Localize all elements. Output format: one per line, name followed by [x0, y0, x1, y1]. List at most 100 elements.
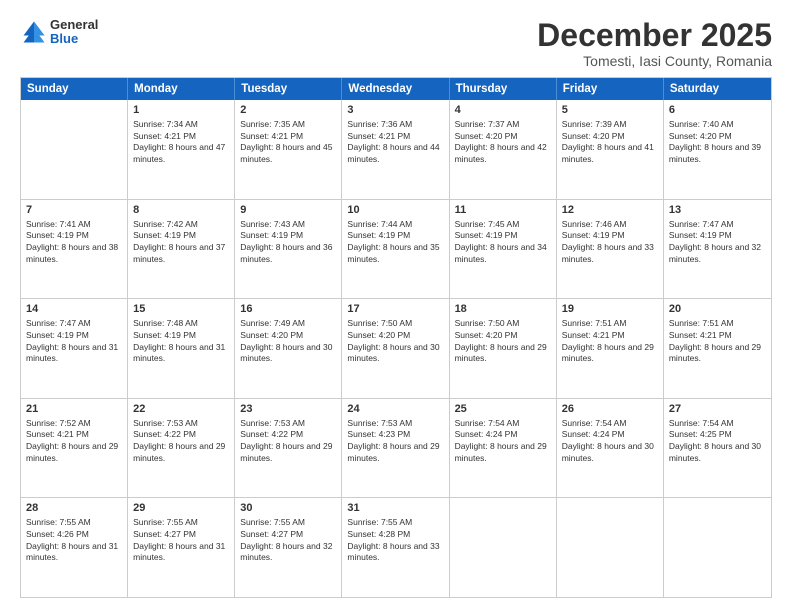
day-number: 30 — [240, 501, 336, 516]
cal-cell-w1-d4: 3Sunrise: 7:36 AM Sunset: 4:21 PM Daylig… — [342, 100, 449, 199]
cal-cell-w4-d5: 25Sunrise: 7:54 AM Sunset: 4:24 PM Dayli… — [450, 399, 557, 498]
cal-cell-w4-d6: 26Sunrise: 7:54 AM Sunset: 4:24 PM Dayli… — [557, 399, 664, 498]
month-title: December 2025 — [537, 18, 772, 53]
day-number: 15 — [133, 302, 229, 317]
header-monday: Monday — [128, 78, 235, 100]
cal-cell-w4-d1: 21Sunrise: 7:52 AM Sunset: 4:21 PM Dayli… — [21, 399, 128, 498]
cell-info: Sunrise: 7:51 AM Sunset: 4:21 PM Dayligh… — [669, 318, 766, 365]
day-number: 31 — [347, 501, 443, 516]
cal-cell-w1-d7: 6Sunrise: 7:40 AM Sunset: 4:20 PM Daylig… — [664, 100, 771, 199]
cal-cell-w2-d4: 10Sunrise: 7:44 AM Sunset: 4:19 PM Dayli… — [342, 200, 449, 299]
cell-info: Sunrise: 7:51 AM Sunset: 4:21 PM Dayligh… — [562, 318, 658, 365]
cell-info: Sunrise: 7:41 AM Sunset: 4:19 PM Dayligh… — [26, 219, 122, 266]
header-friday: Friday — [557, 78, 664, 100]
cal-cell-w5-d2: 29Sunrise: 7:55 AM Sunset: 4:27 PM Dayli… — [128, 498, 235, 597]
cal-cell-w3-d2: 15Sunrise: 7:48 AM Sunset: 4:19 PM Dayli… — [128, 299, 235, 398]
cal-cell-w4-d4: 24Sunrise: 7:53 AM Sunset: 4:23 PM Dayli… — [342, 399, 449, 498]
cell-info: Sunrise: 7:50 AM Sunset: 4:20 PM Dayligh… — [347, 318, 443, 365]
day-number: 25 — [455, 402, 551, 417]
day-number: 27 — [669, 402, 766, 417]
cell-info: Sunrise: 7:46 AM Sunset: 4:19 PM Dayligh… — [562, 219, 658, 266]
cal-cell-w2-d1: 7Sunrise: 7:41 AM Sunset: 4:19 PM Daylig… — [21, 200, 128, 299]
cal-cell-w2-d3: 9Sunrise: 7:43 AM Sunset: 4:19 PM Daylig… — [235, 200, 342, 299]
day-number: 29 — [133, 501, 229, 516]
cell-info: Sunrise: 7:54 AM Sunset: 4:24 PM Dayligh… — [562, 418, 658, 465]
day-number: 8 — [133, 203, 229, 218]
calendar-week-1: 1Sunrise: 7:34 AM Sunset: 4:21 PM Daylig… — [21, 100, 771, 199]
cal-cell-w4-d3: 23Sunrise: 7:53 AM Sunset: 4:22 PM Dayli… — [235, 399, 342, 498]
cal-cell-w3-d1: 14Sunrise: 7:47 AM Sunset: 4:19 PM Dayli… — [21, 299, 128, 398]
header-saturday: Saturday — [664, 78, 771, 100]
day-number: 26 — [562, 402, 658, 417]
cal-cell-w3-d3: 16Sunrise: 7:49 AM Sunset: 4:20 PM Dayli… — [235, 299, 342, 398]
cal-cell-w1-d6: 5Sunrise: 7:39 AM Sunset: 4:20 PM Daylig… — [557, 100, 664, 199]
cal-cell-w1-d2: 1Sunrise: 7:34 AM Sunset: 4:21 PM Daylig… — [128, 100, 235, 199]
location: Tomesti, Iasi County, Romania — [537, 53, 772, 69]
cal-cell-w2-d2: 8Sunrise: 7:42 AM Sunset: 4:19 PM Daylig… — [128, 200, 235, 299]
cell-info: Sunrise: 7:34 AM Sunset: 4:21 PM Dayligh… — [133, 119, 229, 166]
cal-cell-w3-d5: 18Sunrise: 7:50 AM Sunset: 4:20 PM Dayli… — [450, 299, 557, 398]
header-wednesday: Wednesday — [342, 78, 449, 100]
cell-info: Sunrise: 7:37 AM Sunset: 4:20 PM Dayligh… — [455, 119, 551, 166]
cal-cell-w2-d6: 12Sunrise: 7:46 AM Sunset: 4:19 PM Dayli… — [557, 200, 664, 299]
cal-cell-w5-d6 — [557, 498, 664, 597]
cal-cell-w4-d7: 27Sunrise: 7:54 AM Sunset: 4:25 PM Dayli… — [664, 399, 771, 498]
logo-general-text: General — [50, 18, 98, 32]
header-tuesday: Tuesday — [235, 78, 342, 100]
cell-info: Sunrise: 7:47 AM Sunset: 4:19 PM Dayligh… — [26, 318, 122, 365]
cell-info: Sunrise: 7:55 AM Sunset: 4:26 PM Dayligh… — [26, 517, 122, 564]
calendar-week-4: 21Sunrise: 7:52 AM Sunset: 4:21 PM Dayli… — [21, 398, 771, 498]
cell-info: Sunrise: 7:36 AM Sunset: 4:21 PM Dayligh… — [347, 119, 443, 166]
day-number: 3 — [347, 103, 443, 118]
day-number: 21 — [26, 402, 122, 417]
cell-info: Sunrise: 7:55 AM Sunset: 4:28 PM Dayligh… — [347, 517, 443, 564]
calendar-week-3: 14Sunrise: 7:47 AM Sunset: 4:19 PM Dayli… — [21, 298, 771, 398]
day-number: 14 — [26, 302, 122, 317]
day-number: 19 — [562, 302, 658, 317]
cell-info: Sunrise: 7:45 AM Sunset: 4:19 PM Dayligh… — [455, 219, 551, 266]
cal-cell-w2-d5: 11Sunrise: 7:45 AM Sunset: 4:19 PM Dayli… — [450, 200, 557, 299]
day-number: 22 — [133, 402, 229, 417]
day-number: 23 — [240, 402, 336, 417]
page: General Blue December 2025 Tomesti, Iasi… — [0, 0, 792, 612]
logo-icon — [20, 18, 48, 46]
cell-info: Sunrise: 7:35 AM Sunset: 4:21 PM Dayligh… — [240, 119, 336, 166]
day-number: 6 — [669, 103, 766, 118]
cell-info: Sunrise: 7:55 AM Sunset: 4:27 PM Dayligh… — [240, 517, 336, 564]
cal-cell-w3-d7: 20Sunrise: 7:51 AM Sunset: 4:21 PM Dayli… — [664, 299, 771, 398]
cal-cell-w1-d5: 4Sunrise: 7:37 AM Sunset: 4:20 PM Daylig… — [450, 100, 557, 199]
cell-info: Sunrise: 7:39 AM Sunset: 4:20 PM Dayligh… — [562, 119, 658, 166]
cell-info: Sunrise: 7:53 AM Sunset: 4:22 PM Dayligh… — [133, 418, 229, 465]
day-number: 1 — [133, 103, 229, 118]
day-number: 5 — [562, 103, 658, 118]
calendar-body: 1Sunrise: 7:34 AM Sunset: 4:21 PM Daylig… — [21, 100, 771, 597]
day-number: 18 — [455, 302, 551, 317]
cell-info: Sunrise: 7:47 AM Sunset: 4:19 PM Dayligh… — [669, 219, 766, 266]
day-number: 17 — [347, 302, 443, 317]
cell-info: Sunrise: 7:53 AM Sunset: 4:22 PM Dayligh… — [240, 418, 336, 465]
cell-info: Sunrise: 7:40 AM Sunset: 4:20 PM Dayligh… — [669, 119, 766, 166]
cell-info: Sunrise: 7:52 AM Sunset: 4:21 PM Dayligh… — [26, 418, 122, 465]
cell-info: Sunrise: 7:48 AM Sunset: 4:19 PM Dayligh… — [133, 318, 229, 365]
day-number: 16 — [240, 302, 336, 317]
cell-info: Sunrise: 7:43 AM Sunset: 4:19 PM Dayligh… — [240, 219, 336, 266]
logo-text: General Blue — [50, 18, 98, 47]
cell-info: Sunrise: 7:55 AM Sunset: 4:27 PM Dayligh… — [133, 517, 229, 564]
cell-info: Sunrise: 7:42 AM Sunset: 4:19 PM Dayligh… — [133, 219, 229, 266]
title-block: December 2025 Tomesti, Iasi County, Roma… — [537, 18, 772, 69]
day-number: 4 — [455, 103, 551, 118]
cell-info: Sunrise: 7:54 AM Sunset: 4:25 PM Dayligh… — [669, 418, 766, 465]
cal-cell-w4-d2: 22Sunrise: 7:53 AM Sunset: 4:22 PM Dayli… — [128, 399, 235, 498]
cell-info: Sunrise: 7:53 AM Sunset: 4:23 PM Dayligh… — [347, 418, 443, 465]
day-number: 7 — [26, 203, 122, 218]
day-number: 2 — [240, 103, 336, 118]
cal-cell-w2-d7: 13Sunrise: 7:47 AM Sunset: 4:19 PM Dayli… — [664, 200, 771, 299]
cell-info: Sunrise: 7:44 AM Sunset: 4:19 PM Dayligh… — [347, 219, 443, 266]
cal-cell-w5-d4: 31Sunrise: 7:55 AM Sunset: 4:28 PM Dayli… — [342, 498, 449, 597]
day-number: 24 — [347, 402, 443, 417]
cell-info: Sunrise: 7:54 AM Sunset: 4:24 PM Dayligh… — [455, 418, 551, 465]
calendar-week-5: 28Sunrise: 7:55 AM Sunset: 4:26 PM Dayli… — [21, 497, 771, 597]
cal-cell-w3-d4: 17Sunrise: 7:50 AM Sunset: 4:20 PM Dayli… — [342, 299, 449, 398]
cal-cell-w5-d1: 28Sunrise: 7:55 AM Sunset: 4:26 PM Dayli… — [21, 498, 128, 597]
cal-cell-w5-d5 — [450, 498, 557, 597]
